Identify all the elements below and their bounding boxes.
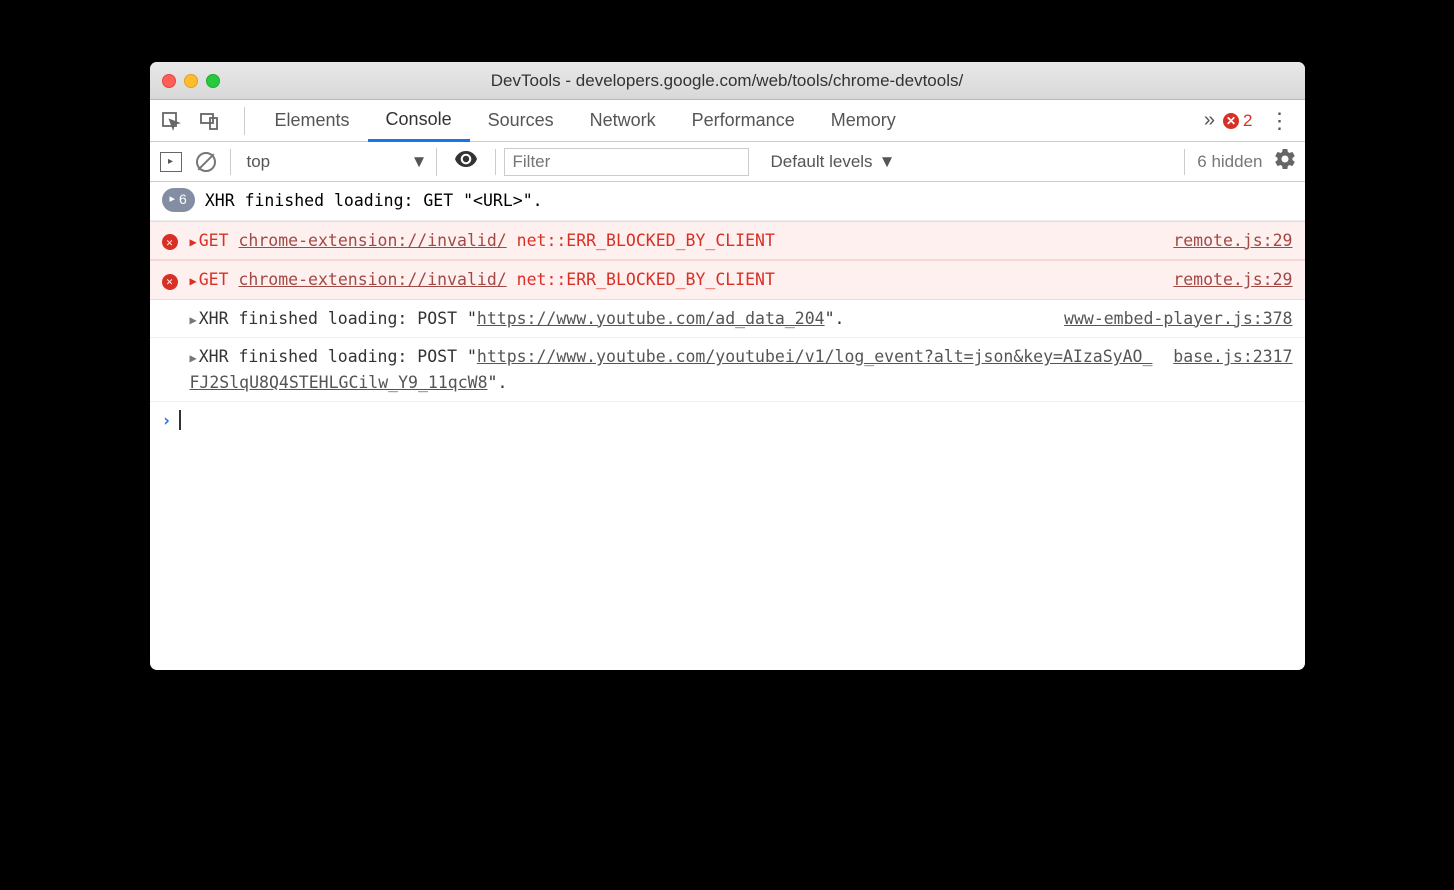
prompt-icon: › bbox=[162, 411, 172, 430]
log-message[interactable]: 6 XHR finished loading: GET "<URL>". bbox=[150, 182, 1305, 221]
log-message[interactable]: base.js:2317 ▶XHR finished loading: POST… bbox=[150, 338, 1305, 402]
tab-sources[interactable]: Sources bbox=[470, 100, 572, 142]
live-expression-icon[interactable] bbox=[445, 150, 487, 173]
error-count-badge[interactable]: ✕ 2 bbox=[1223, 111, 1252, 131]
request-url[interactable]: https://www.youtube.com/ad_data_204 bbox=[477, 309, 825, 328]
source-link[interactable]: base.js:2317 bbox=[1161, 344, 1292, 370]
log-levels-selector[interactable]: Default levels ▼ bbox=[757, 152, 910, 172]
source-link[interactable]: remote.js:29 bbox=[1161, 228, 1292, 254]
error-icon: ✕ bbox=[1223, 113, 1239, 129]
log-prefix: XHR finished loading: POST " bbox=[199, 347, 477, 366]
request-url[interactable]: chrome-extension://invalid/ bbox=[238, 270, 506, 289]
console-toolbar: ▸ top ▼ Default levels ▼ 6 hidden bbox=[150, 142, 1305, 182]
panel-tabs-bar: Elements Console Sources Network Perform… bbox=[150, 100, 1305, 142]
error-code: net::ERR_BLOCKED_BY_CLIENT bbox=[517, 270, 775, 289]
message-count-badge: 6 bbox=[162, 188, 195, 212]
divider bbox=[495, 149, 496, 175]
window-title: DevTools - developers.google.com/web/too… bbox=[150, 71, 1305, 91]
tab-elements[interactable]: Elements bbox=[257, 100, 368, 142]
tab-performance[interactable]: Performance bbox=[674, 100, 813, 142]
divider bbox=[230, 149, 231, 175]
console-settings-icon[interactable] bbox=[1275, 149, 1295, 175]
log-suffix: ". bbox=[825, 309, 845, 328]
expand-icon[interactable]: ▶ bbox=[190, 274, 197, 288]
dropdown-icon: ▼ bbox=[879, 152, 896, 172]
expand-icon[interactable]: ▶ bbox=[190, 313, 197, 327]
panel-tabs: Elements Console Sources Network Perform… bbox=[257, 100, 914, 142]
traffic-lights bbox=[162, 74, 220, 88]
context-value: top bbox=[247, 152, 271, 172]
error-count-value: 2 bbox=[1243, 111, 1252, 131]
console-prompt[interactable]: › bbox=[150, 402, 1305, 438]
settings-menu-icon[interactable]: ⋮ bbox=[1265, 108, 1295, 134]
request-url[interactable]: chrome-extension://invalid/ bbox=[238, 231, 506, 250]
device-toolbar-icon[interactable] bbox=[198, 110, 220, 132]
sidebar-toggle-icon[interactable]: ▸ bbox=[160, 152, 182, 172]
log-suffix: ". bbox=[488, 373, 508, 392]
error-icon: ✕ bbox=[162, 274, 178, 290]
more-tabs-icon[interactable]: » bbox=[1204, 109, 1211, 132]
levels-label: Default levels bbox=[771, 152, 873, 172]
divider bbox=[1184, 149, 1185, 175]
error-message[interactable]: ✕ ▶GET chrome-extension://invalid/ net::… bbox=[150, 221, 1305, 261]
maximize-window-button[interactable] bbox=[206, 74, 220, 88]
console-output: 6 XHR finished loading: GET "<URL>". ✕ ▶… bbox=[150, 182, 1305, 670]
log-prefix: XHR finished loading: POST " bbox=[199, 309, 477, 328]
clear-console-icon[interactable] bbox=[196, 152, 216, 172]
expand-icon[interactable]: ▶ bbox=[190, 235, 197, 249]
divider bbox=[244, 107, 245, 135]
expand-icon[interactable]: ▶ bbox=[190, 351, 197, 365]
titlebar: DevTools - developers.google.com/web/too… bbox=[150, 62, 1305, 100]
tab-network[interactable]: Network bbox=[572, 100, 674, 142]
text-cursor bbox=[179, 410, 181, 430]
hidden-count[interactable]: 6 hidden bbox=[1197, 152, 1262, 172]
error-icon: ✕ bbox=[162, 234, 178, 250]
dropdown-icon: ▼ bbox=[411, 152, 428, 172]
devtools-window: DevTools - developers.google.com/web/too… bbox=[150, 62, 1305, 670]
log-text: XHR finished loading: GET "<URL>". bbox=[205, 188, 1293, 214]
http-method: GET bbox=[199, 231, 229, 250]
filter-input[interactable] bbox=[504, 148, 749, 176]
tab-console[interactable]: Console bbox=[368, 100, 470, 142]
close-window-button[interactable] bbox=[162, 74, 176, 88]
tab-memory[interactable]: Memory bbox=[813, 100, 914, 142]
http-method: GET bbox=[199, 270, 229, 289]
context-selector[interactable]: top ▼ bbox=[239, 148, 437, 176]
source-link[interactable]: remote.js:29 bbox=[1161, 267, 1292, 293]
inspect-element-icon[interactable] bbox=[160, 110, 182, 132]
minimize-window-button[interactable] bbox=[184, 74, 198, 88]
source-link[interactable]: www-embed-player.js:378 bbox=[1052, 306, 1292, 332]
error-message[interactable]: ✕ ▶GET chrome-extension://invalid/ net::… bbox=[150, 260, 1305, 300]
error-code: net::ERR_BLOCKED_BY_CLIENT bbox=[517, 231, 775, 250]
log-message[interactable]: www-embed-player.js:378 ▶XHR finished lo… bbox=[150, 300, 1305, 339]
